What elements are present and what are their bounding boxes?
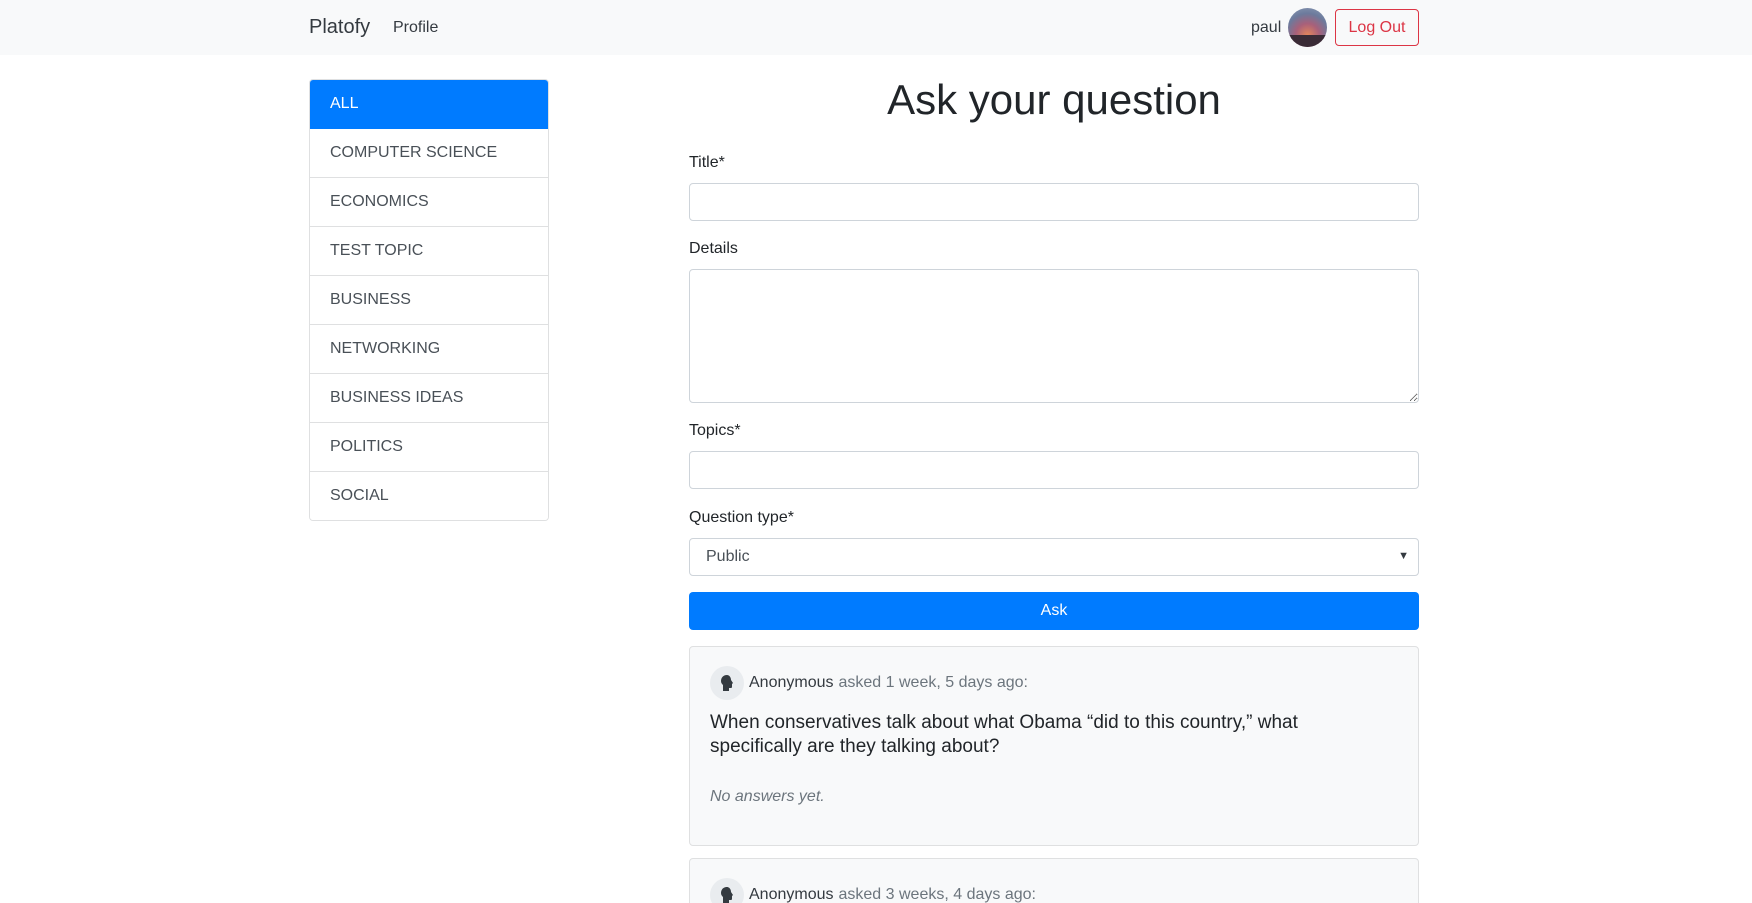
topic-item-computer-science[interactable]: COMPUTER SCIENCE — [310, 129, 548, 178]
topic-item-business-ideas[interactable]: BUSINESS IDEAS — [310, 374, 548, 423]
navbar: Platofy Profile paul Log Out — [0, 0, 1752, 55]
question-type-select[interactable]: Public ▼ — [689, 538, 1419, 576]
topic-item-economics[interactable]: ECONOMICS — [310, 178, 548, 227]
title-input[interactable] — [689, 183, 1419, 221]
question-type-value: Public — [706, 548, 750, 565]
topic-item-politics[interactable]: POLITICS — [310, 423, 548, 472]
logout-button[interactable]: Log Out — [1335, 9, 1419, 46]
question-meta: Anonymous asked 1 week, 5 days ago: — [710, 666, 1028, 700]
topic-item-test-topic[interactable]: TEST TOPIC — [310, 227, 548, 276]
topics-label: Topics* — [689, 422, 741, 439]
anonymous-user-icon — [710, 878, 744, 903]
question-card[interactable]: Anonymous asked 1 week, 5 days ago: When… — [689, 646, 1419, 846]
topics-input[interactable] — [689, 451, 1419, 489]
topic-item-all[interactable]: ALL — [310, 80, 548, 129]
question-title[interactable]: When conservatives talk about what Obama… — [710, 711, 1390, 759]
question-timestamp: asked 3 weeks, 4 days ago: — [838, 886, 1036, 903]
details-label: Details — [689, 240, 738, 257]
topic-item-business[interactable]: BUSINESS — [310, 276, 548, 325]
question-author: Anonymous — [749, 886, 834, 903]
no-answers-text: No answers yet. — [710, 788, 825, 805]
details-textarea[interactable] — [689, 269, 1419, 403]
brand-link[interactable]: Platofy — [309, 16, 370, 39]
topic-item-networking[interactable]: NETWORKING — [310, 325, 548, 374]
username: paul — [1251, 19, 1282, 36]
ask-button[interactable]: Ask — [689, 592, 1419, 630]
title-label: Title* — [689, 154, 725, 171]
anonymous-user-icon — [710, 666, 744, 700]
question-card[interactable]: Anonymous asked 3 weeks, 4 days ago: — [689, 858, 1419, 903]
question-author: Anonymous — [749, 674, 834, 691]
question-meta: Anonymous asked 3 weeks, 4 days ago: — [710, 878, 1036, 903]
topic-list: ALL COMPUTER SCIENCE ECONOMICS TEST TOPI… — [309, 79, 549, 521]
question-timestamp: asked 1 week, 5 days ago: — [838, 674, 1028, 691]
chevron-down-icon: ▼ — [1398, 550, 1409, 562]
profile-link[interactable]: Profile — [393, 19, 438, 37]
page-title: Ask your question — [887, 76, 1221, 123]
avatar[interactable] — [1288, 8, 1327, 47]
question-type-label: Question type* — [689, 509, 794, 526]
topic-item-social[interactable]: SOCIAL — [310, 472, 548, 520]
